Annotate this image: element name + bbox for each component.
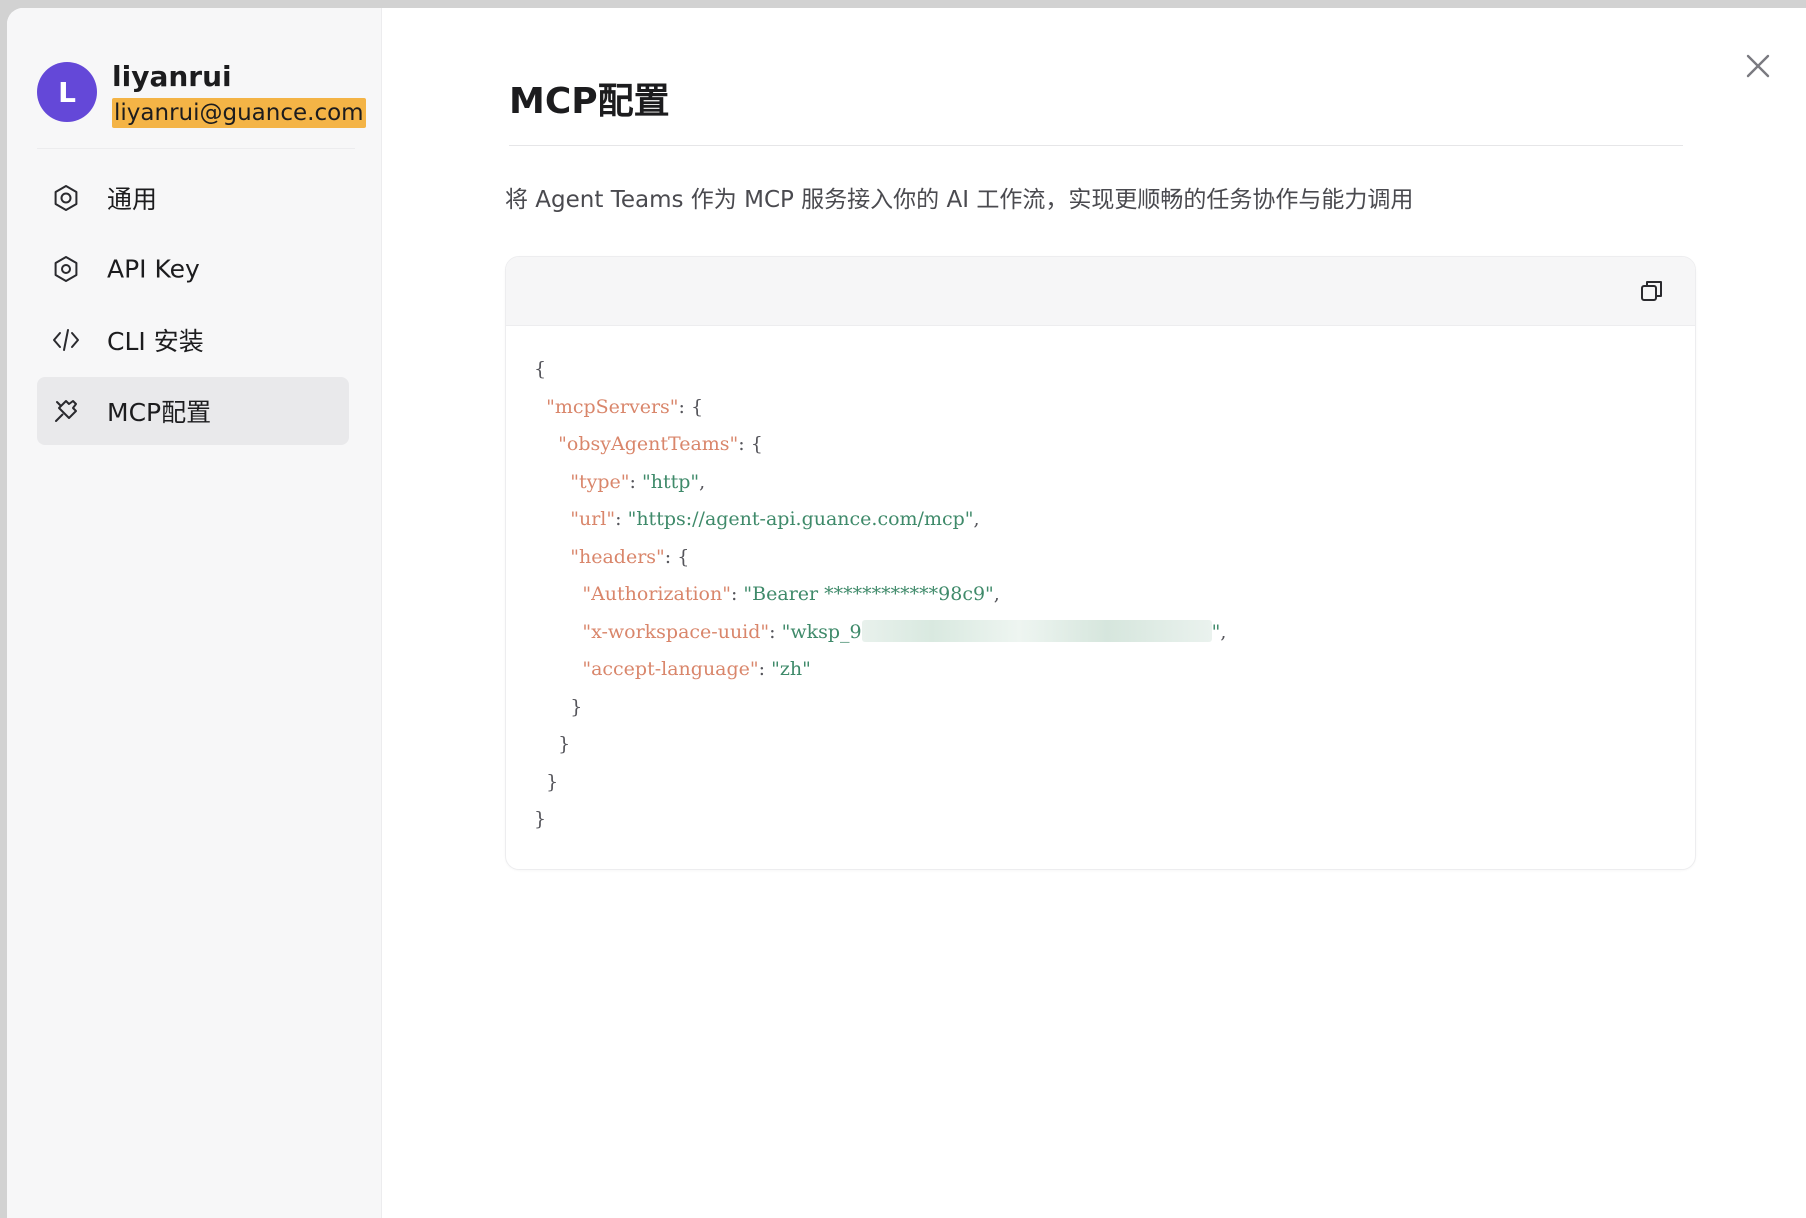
code-block-header: [506, 257, 1695, 326]
redacted-value: [861, 619, 1212, 642]
sidebar-nav: 通用 API Key CLI 安装 MCP配置: [37, 164, 349, 448]
json-key: "headers": [570, 545, 665, 568]
page-title: MCP配置: [509, 81, 670, 122]
close-icon[interactable]: [1740, 48, 1776, 84]
json-punctuation: ,: [993, 583, 1000, 605]
avatar: L: [37, 62, 97, 122]
divider: [509, 145, 1683, 146]
json-punctuation: {: [691, 395, 704, 418]
json-key: "mcpServers": [546, 395, 679, 418]
json-punctuation: }: [558, 733, 571, 755]
user-email: liyanrui@guance.com: [112, 98, 366, 128]
json-key: "x-workspace-uuid": [582, 620, 770, 643]
json-value: "zh": [771, 658, 811, 680]
json-separator: :: [678, 395, 691, 418]
sidebar-item-mcp-config[interactable]: MCP配置: [37, 377, 349, 445]
user-name: liyanrui: [112, 60, 232, 93]
code-line: {: [534, 351, 1226, 389]
json-separator: :: [730, 583, 744, 605]
sidebar-item-cli-install[interactable]: CLI 安装: [37, 306, 349, 374]
json-value: "http": [641, 470, 700, 493]
json-punctuation: }: [534, 808, 547, 830]
code-line: "type": "http",: [534, 464, 1226, 502]
user-profile: L liyanrui liyanrui@guance.com: [37, 54, 366, 128]
json-punctuation: ,: [973, 508, 980, 530]
json-separator: :: [664, 545, 678, 568]
sidebar-item-label: API Key: [107, 254, 200, 284]
json-key: "url": [570, 508, 616, 530]
code-line: "Authorization": "Bearer ************98c…: [534, 576, 1226, 614]
json-punctuation: }: [546, 770, 559, 793]
json-separator: :: [738, 433, 751, 455]
json-punctuation: }: [570, 695, 583, 718]
json-value: "https://agent-api.guance.com/mcp": [627, 508, 974, 530]
gear-icon: [51, 183, 81, 213]
sidebar-item-label: CLI 安装: [107, 327, 204, 356]
sidebar-item-general[interactable]: 通用: [37, 164, 349, 232]
json-key: "accept-language": [582, 658, 759, 680]
code-line: }: [534, 764, 1226, 802]
json-key: "Authorization": [582, 583, 731, 605]
json-value: "Bearer ************98c9": [743, 583, 994, 605]
json-punctuation: ,: [1220, 620, 1227, 643]
code-line: "url": "https://agent-api.guance.com/mcp…: [534, 501, 1226, 539]
hexagon-key-icon: [51, 254, 81, 284]
code-line: "obsyAgentTeams": {: [534, 426, 1226, 464]
code-block: { "mcpServers": { "obsyAgentTeams": { "t…: [505, 256, 1696, 870]
json-punctuation: {: [534, 358, 547, 380]
code-content: { "mcpServers": { "obsyAgentTeams": { "t…: [534, 351, 1226, 839]
code-line: "accept-language": "zh": [534, 651, 1226, 689]
page-description: 将 Agent Teams 作为 MCP 服务接入你的 AI 工作流，实现更顺畅…: [505, 187, 1414, 213]
json-separator: :: [615, 508, 628, 530]
divider: [37, 148, 355, 149]
settings-modal: L liyanrui liyanrui@guance.com 通用 API Ke…: [7, 8, 1806, 1218]
copy-icon[interactable]: [1637, 276, 1667, 306]
json-key: "type": [570, 470, 630, 493]
json-separator: :: [769, 620, 782, 643]
json-punctuation: ,: [699, 470, 706, 493]
json-value: "wksp_9: [781, 620, 862, 643]
code-line: }: [534, 689, 1226, 727]
code-line: "headers": {: [534, 539, 1226, 577]
json-separator: :: [629, 470, 642, 493]
code-line: "x-workspace-uuid": "wksp_9 ",: [534, 614, 1226, 652]
json-punctuation: {: [677, 545, 690, 568]
json-punctuation: {: [750, 433, 763, 455]
code-line: "mcpServers": {: [534, 389, 1226, 427]
json-separator: :: [758, 658, 772, 680]
sidebar-item-label: MCP配置: [107, 398, 212, 427]
sidebar-item-label: 通用: [107, 185, 158, 214]
plug-icon: [51, 396, 81, 426]
code-icon: [51, 325, 81, 355]
code-line: }: [534, 726, 1226, 764]
code-line: }: [534, 801, 1226, 839]
json-key: "obsyAgentTeams": [558, 433, 739, 455]
sidebar-item-api-key[interactable]: API Key: [37, 235, 349, 303]
sidebar: L liyanrui liyanrui@guance.com 通用 API Ke…: [7, 8, 382, 1218]
